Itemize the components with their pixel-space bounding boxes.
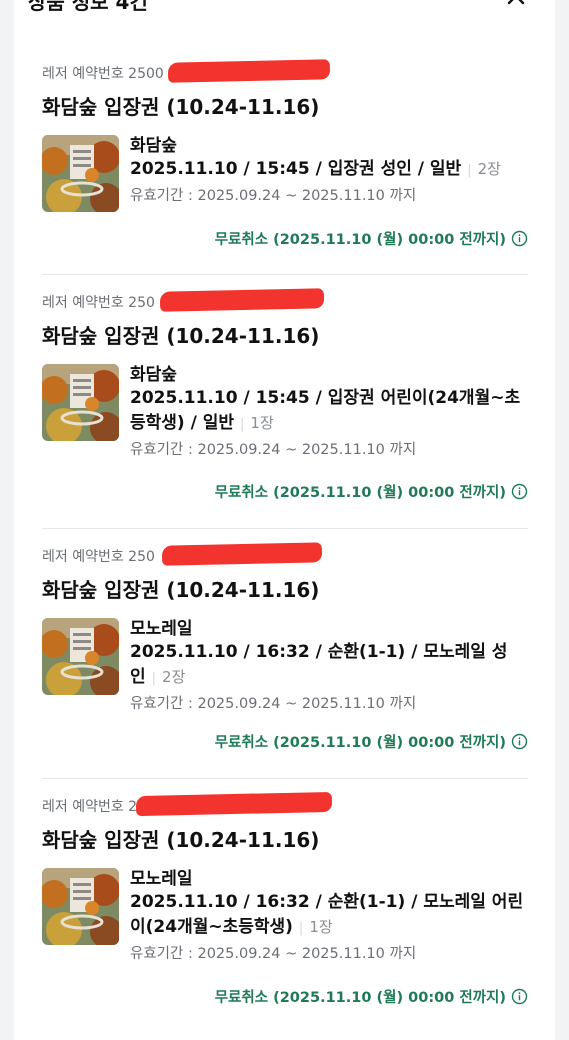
product-thumbnail <box>42 135 119 212</box>
venue-name: 화담숲 <box>130 365 177 385</box>
divider <box>42 274 528 275</box>
redaction-mark <box>135 791 333 817</box>
free-cancel-text: 무료취소 (2025.11.10 (월) 00:00 전까지) <box>214 231 506 248</box>
divider <box>42 528 528 529</box>
validity-period: 유효기간 : 2025.09.24 ~ 2025.11.10 까지 <box>130 188 417 204</box>
item-title[interactable]: 화담숲 입장권 (10.24-11.16) <box>42 91 319 120</box>
venue-name: 모노레일 <box>130 619 193 639</box>
reservation-number: 레저 예약번호 250 <box>42 295 155 311</box>
ticket-quantity: 1장 <box>250 414 274 432</box>
venue-name: 화담숲 <box>130 136 177 156</box>
cancel-policy[interactable]: 무료취소 (2025.11.10 (월) 00:00 전까지) <box>215 730 528 752</box>
separator: | <box>240 417 245 432</box>
product-thumbnail <box>42 364 119 441</box>
ticket-detail: 2025.11.10 / 15:45 / 입장권 성인 / 일반 <box>130 159 462 179</box>
free-cancel-text: 무료취소 (2025.11.10 (월) 00:00 전까지) <box>214 484 506 501</box>
redaction-mark <box>161 542 323 566</box>
info-icon[interactable] <box>511 483 528 500</box>
ticket-quantity: 2장 <box>162 668 186 686</box>
item-title[interactable]: 화담숲 입장권 (10.24-11.16) <box>42 574 319 603</box>
separator: | <box>151 671 157 686</box>
ticket-quantity: 1장 <box>309 918 333 936</box>
item-title[interactable]: 화담숲 입장권 (10.24-11.16) <box>42 824 319 853</box>
reservation-number: 레저 예약번호 250 <box>42 549 155 565</box>
redaction-mark <box>167 59 331 83</box>
separator: | <box>467 163 472 178</box>
ticket-detail: 2025.11.10 / 16:32 / 순환(1-1) / 모노레일 성인 <box>130 642 508 687</box>
product-thumbnail <box>42 618 119 695</box>
info-icon[interactable] <box>511 988 528 1005</box>
divider <box>42 778 528 779</box>
section-title: 상품 정보 4건 <box>28 0 148 14</box>
ticket-quantity: 2장 <box>477 160 501 178</box>
cancel-policy[interactable]: 무료취소 (2025.11.10 (월) 00:00 전까지) <box>215 480 528 502</box>
cancel-policy[interactable]: 무료취소 (2025.11.10 (월) 00:00 전까지) <box>215 985 528 1007</box>
validity-period: 유효기간 : 2025.09.24 ~ 2025.11.10 까지 <box>130 696 417 712</box>
chevron-up-icon[interactable] <box>504 0 528 12</box>
free-cancel-text: 무료취소 (2025.11.10 (월) 00:00 전까지) <box>214 989 506 1006</box>
product-thumbnail <box>42 868 119 945</box>
redaction-mark <box>159 288 325 312</box>
venue-name: 모노레일 <box>130 869 193 889</box>
reservation-number: 레저 예약번호 2500 <box>42 66 164 82</box>
validity-period: 유효기간 : 2025.09.24 ~ 2025.11.10 까지 <box>130 946 417 962</box>
separator: | <box>298 921 304 936</box>
cancel-policy[interactable]: 무료취소 (2025.11.10 (월) 00:00 전까지) <box>215 227 528 249</box>
validity-period: 유효기간 : 2025.09.24 ~ 2025.11.10 까지 <box>130 442 417 458</box>
free-cancel-text: 무료취소 (2025.11.10 (월) 00:00 전까지) <box>214 734 506 751</box>
item-title[interactable]: 화담숲 입장권 (10.24-11.16) <box>42 320 319 349</box>
info-icon[interactable] <box>511 733 528 750</box>
product-info-header[interactable]: 상품 정보 4건 <box>28 0 528 20</box>
ticket-detail: 2025.11.10 / 15:45 / 입장권 어린이(24개월~초등학생) … <box>130 388 521 433</box>
info-icon[interactable] <box>511 230 528 247</box>
